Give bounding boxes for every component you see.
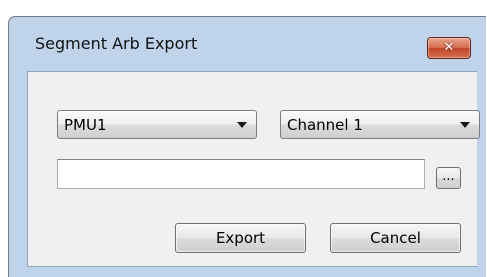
title-bar[interactable]: Segment Arb Export ✕ [9,17,486,71]
close-button[interactable]: ✕ [427,37,471,59]
cancel-button[interactable]: Cancel [330,223,461,253]
file-path-input[interactable] [57,159,425,189]
channel-select-value: Channel 1 [287,116,363,134]
export-button-label: Export [215,229,266,247]
browse-button-label: ... [442,169,455,184]
device-select[interactable]: PMU1 [57,110,257,139]
dialog-window: Segment Arb Export ✕ PMU1 Channel 1 ... … [8,16,486,277]
export-button[interactable]: Export [175,223,306,253]
close-icon: ✕ [443,40,455,55]
dialog-title: Segment Arb Export [35,34,198,53]
chevron-down-icon [237,122,247,128]
device-select-value: PMU1 [64,116,107,134]
cancel-button-label: Cancel [370,229,421,247]
chevron-down-icon [460,122,470,128]
dialog-content: PMU1 Channel 1 ... Export Cancel [27,71,480,267]
channel-select[interactable]: Channel 1 [280,110,480,139]
browse-button[interactable]: ... [436,167,461,189]
